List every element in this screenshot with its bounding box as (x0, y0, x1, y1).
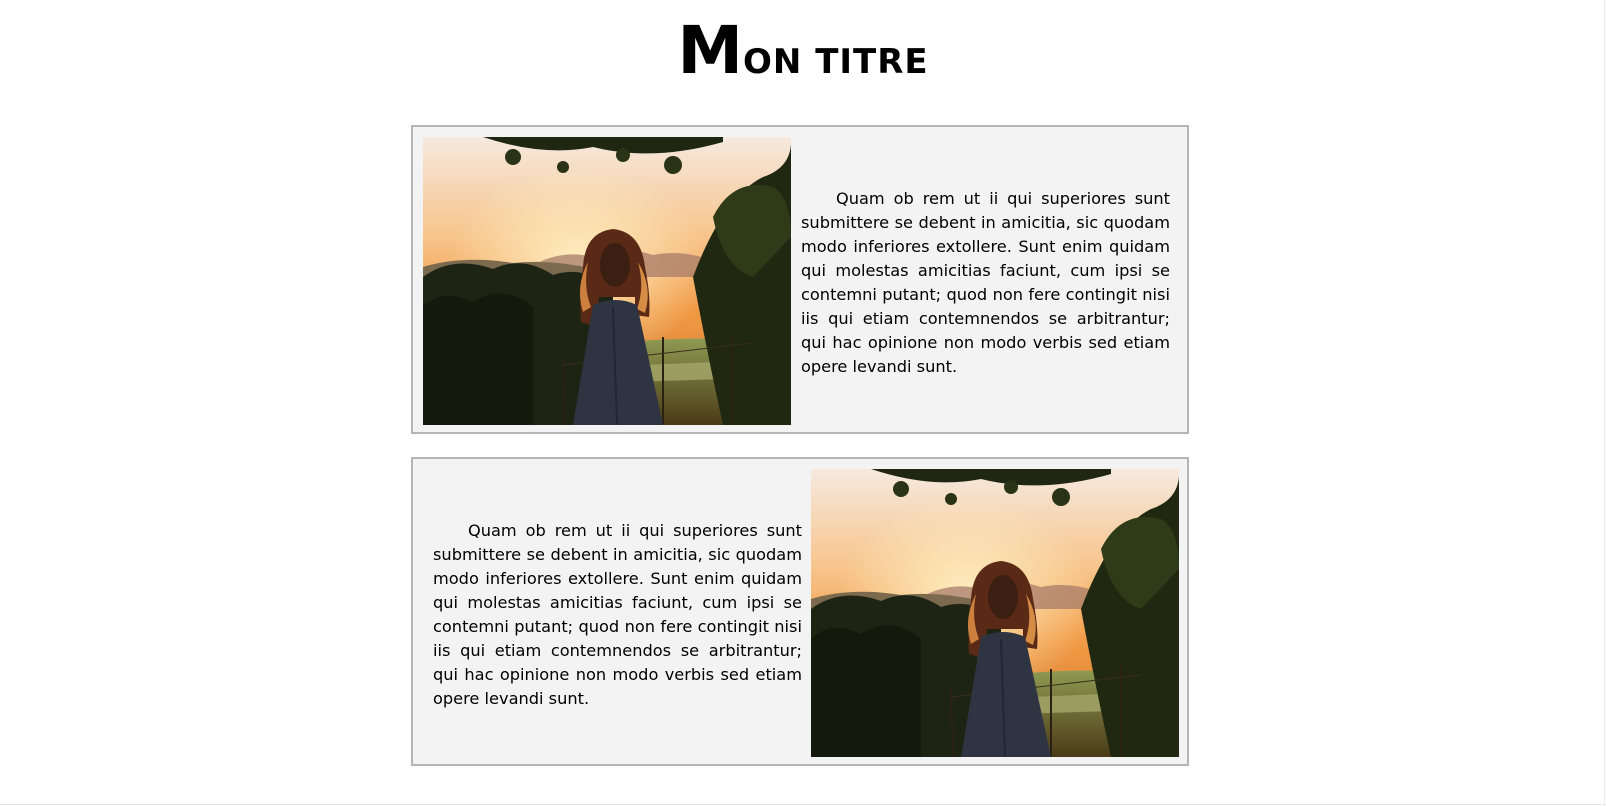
bottom-divider (0, 804, 1606, 805)
sunset-portrait-photo (811, 469, 1179, 757)
sunset-portrait-photo (423, 137, 791, 425)
section-paragraph: Quam ob rem ut ii qui superiores sunt su… (433, 521, 802, 708)
section-paragraph: Quam ob rem ut ii qui superiores sunt su… (801, 189, 1170, 376)
page-title: MON TITRE (0, 18, 1606, 84)
photo-illustration (423, 137, 791, 425)
page-title-initial: M (677, 12, 744, 89)
right-edge-divider (1604, 0, 1605, 806)
page-title-rest: ON TITRE (743, 42, 929, 82)
content-card-2: Quam ob rem ut ii qui superiores sunt su… (411, 457, 1189, 766)
content-card-1: Quam ob rem ut ii qui superiores sunt su… (411, 125, 1189, 434)
page: MON TITRE Quam ob rem ut ii qui superior… (0, 0, 1606, 806)
photo-illustration (811, 469, 1179, 757)
